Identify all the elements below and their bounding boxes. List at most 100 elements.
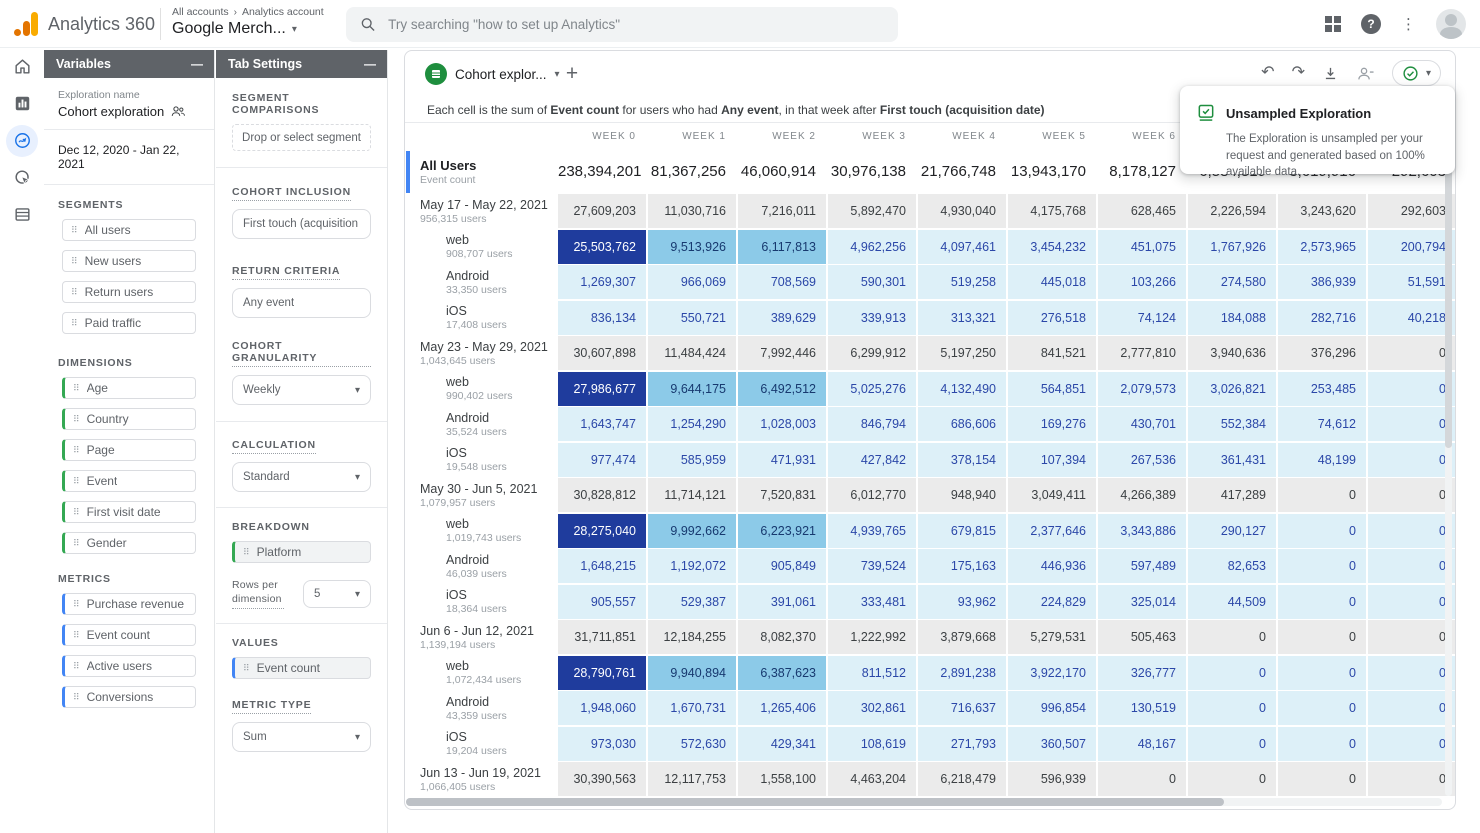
data-cell[interactable]: 30,828,812 (558, 478, 646, 512)
cohort-granularity-select[interactable]: Weekly ▾ (232, 375, 371, 405)
data-cell[interactable]: 0 (1278, 727, 1366, 761)
data-cell[interactable]: 0 (1188, 762, 1276, 796)
data-cell[interactable]: 13,943,170 (1008, 151, 1096, 193)
data-cell[interactable]: 0 (1368, 762, 1456, 796)
data-cell[interactable]: 238,394,201 (558, 151, 646, 193)
data-cell[interactable]: 0 (1188, 620, 1276, 654)
data-cell[interactable]: 9,644,175 (648, 372, 736, 406)
data-cell[interactable]: 4,930,040 (918, 194, 1006, 228)
undo-icon[interactable]: ↶ (1261, 65, 1274, 81)
data-cell[interactable]: 2,079,573 (1098, 372, 1186, 406)
data-cell[interactable]: 292,603 (1368, 194, 1456, 228)
redo-icon[interactable]: ↷ (1292, 65, 1305, 81)
data-cell[interactable]: 389,629 (738, 301, 826, 335)
data-cell[interactable]: 313,321 (918, 301, 1006, 335)
data-cell[interactable]: 966,069 (648, 265, 736, 299)
data-cell[interactable]: 996,854 (1008, 691, 1096, 725)
data-cell[interactable]: 253,485 (1278, 372, 1366, 406)
data-cell[interactable]: 5,892,470 (828, 194, 916, 228)
data-cell[interactable]: 550,721 (648, 301, 736, 335)
data-cell[interactable]: 427,842 (828, 443, 916, 477)
data-cell[interactable]: 446,936 (1008, 549, 1096, 583)
data-cell[interactable]: 3,026,821 (1188, 372, 1276, 406)
chip-new-users[interactable]: ⠿New users (62, 250, 196, 272)
data-cell[interactable]: 30,976,138 (828, 151, 916, 193)
data-cell[interactable]: 184,088 (1188, 301, 1276, 335)
data-cell[interactable]: 1,269,307 (558, 265, 646, 299)
data-cell[interactable]: 361,431 (1188, 443, 1276, 477)
tab-cohort-exploration[interactable]: Cohort explor... ▾ (415, 59, 570, 89)
data-cell[interactable]: 590,301 (828, 265, 916, 299)
data-cell[interactable]: 30,607,898 (558, 336, 646, 370)
data-cell[interactable]: 6,299,912 (828, 336, 916, 370)
data-cell[interactable]: 0 (1368, 372, 1456, 406)
data-cell[interactable]: 529,387 (648, 585, 736, 619)
data-cell[interactable]: 445,018 (1008, 265, 1096, 299)
breadcrumb-analytics-account[interactable]: Analytics account (242, 6, 324, 18)
data-cell[interactable]: 708,569 (738, 265, 826, 299)
data-cell[interactable]: 2,573,965 (1278, 230, 1366, 264)
data-cell[interactable]: 103,266 (1098, 265, 1186, 299)
data-cell[interactable]: 6,218,479 (918, 762, 1006, 796)
return-criteria-select[interactable]: Any event (232, 288, 371, 318)
data-cell[interactable]: 0 (1278, 620, 1366, 654)
data-cell[interactable]: 82,653 (1188, 549, 1276, 583)
data-cell[interactable]: 905,557 (558, 585, 646, 619)
data-cell[interactable]: 274,580 (1188, 265, 1276, 299)
data-cell[interactable]: 430,701 (1098, 407, 1186, 441)
data-cell[interactable]: 0 (1368, 585, 1456, 619)
data-cell[interactable]: 40,218 (1368, 301, 1456, 335)
data-cell[interactable]: 27,986,677 (558, 372, 646, 406)
chip-all-users[interactable]: ⠿All users (62, 219, 196, 241)
data-cell[interactable]: 5,197,250 (918, 336, 1006, 370)
data-cell[interactable]: 552,384 (1188, 407, 1276, 441)
data-cell[interactable]: 107,394 (1008, 443, 1096, 477)
data-cell[interactable]: 326,777 (1098, 656, 1186, 690)
data-cell[interactable]: 4,175,768 (1008, 194, 1096, 228)
data-cell[interactable]: 0 (1368, 549, 1456, 583)
data-cell[interactable]: 0 (1278, 762, 1366, 796)
data-cell[interactable]: 0 (1368, 478, 1456, 512)
data-cell[interactable]: 1,265,406 (738, 691, 826, 725)
data-cell[interactable]: 31,711,851 (558, 620, 646, 654)
share-user-icon[interactable] (1356, 65, 1375, 82)
data-cell[interactable]: 0 (1368, 656, 1456, 690)
data-cell[interactable]: 2,777,810 (1098, 336, 1186, 370)
data-cell[interactable]: 339,913 (828, 301, 916, 335)
metric-type-select[interactable]: Sum ▾ (232, 722, 371, 752)
chip-event[interactable]: ⠿Event (62, 470, 196, 492)
data-cell[interactable]: 9,940,894 (648, 656, 736, 690)
data-cell[interactable]: 5,025,276 (828, 372, 916, 406)
data-cell[interactable]: 51,591 (1368, 265, 1456, 299)
data-cell[interactable]: 0 (1278, 478, 1366, 512)
data-cell[interactable]: 169,276 (1008, 407, 1096, 441)
chip-paid-traffic[interactable]: ⠿Paid traffic (62, 312, 196, 334)
data-cell[interactable]: 271,793 (918, 727, 1006, 761)
cohort-inclusion-select[interactable]: First touch (acquisition date) (232, 209, 371, 239)
data-cell[interactable]: 4,463,204 (828, 762, 916, 796)
data-cell[interactable]: 302,861 (828, 691, 916, 725)
download-icon[interactable] (1322, 65, 1339, 82)
data-cell[interactable]: 846,794 (828, 407, 916, 441)
data-cell[interactable]: 7,520,831 (738, 478, 826, 512)
chip-active-users[interactable]: ⠿Active users (62, 655, 196, 677)
minimize-variables-button[interactable]: — (191, 57, 202, 71)
data-cell[interactable]: 386,939 (1278, 265, 1366, 299)
data-cell[interactable]: 46,060,914 (738, 151, 826, 193)
data-cell[interactable]: 0 (1188, 691, 1276, 725)
data-cell[interactable]: 0 (1278, 691, 1366, 725)
data-cell[interactable]: 841,521 (1008, 336, 1096, 370)
data-cell[interactable]: 505,463 (1098, 620, 1186, 654)
data-cell[interactable]: 0 (1278, 656, 1366, 690)
chip-country[interactable]: ⠿Country (62, 408, 196, 430)
breadcrumb[interactable]: All accounts › Analytics account (172, 6, 324, 18)
data-cell[interactable]: 391,061 (738, 585, 826, 619)
data-cell[interactable]: 1,643,747 (558, 407, 646, 441)
data-cell[interactable]: 4,132,490 (918, 372, 1006, 406)
data-cell[interactable]: 2,226,594 (1188, 194, 1276, 228)
data-cell[interactable]: 44,509 (1188, 585, 1276, 619)
vertical-scrollbar-thumb[interactable] (1445, 151, 1452, 448)
data-cell[interactable]: 6,492,512 (738, 372, 826, 406)
horizontal-scrollbar-thumb[interactable] (406, 798, 1224, 806)
data-cell[interactable]: 11,030,716 (648, 194, 736, 228)
